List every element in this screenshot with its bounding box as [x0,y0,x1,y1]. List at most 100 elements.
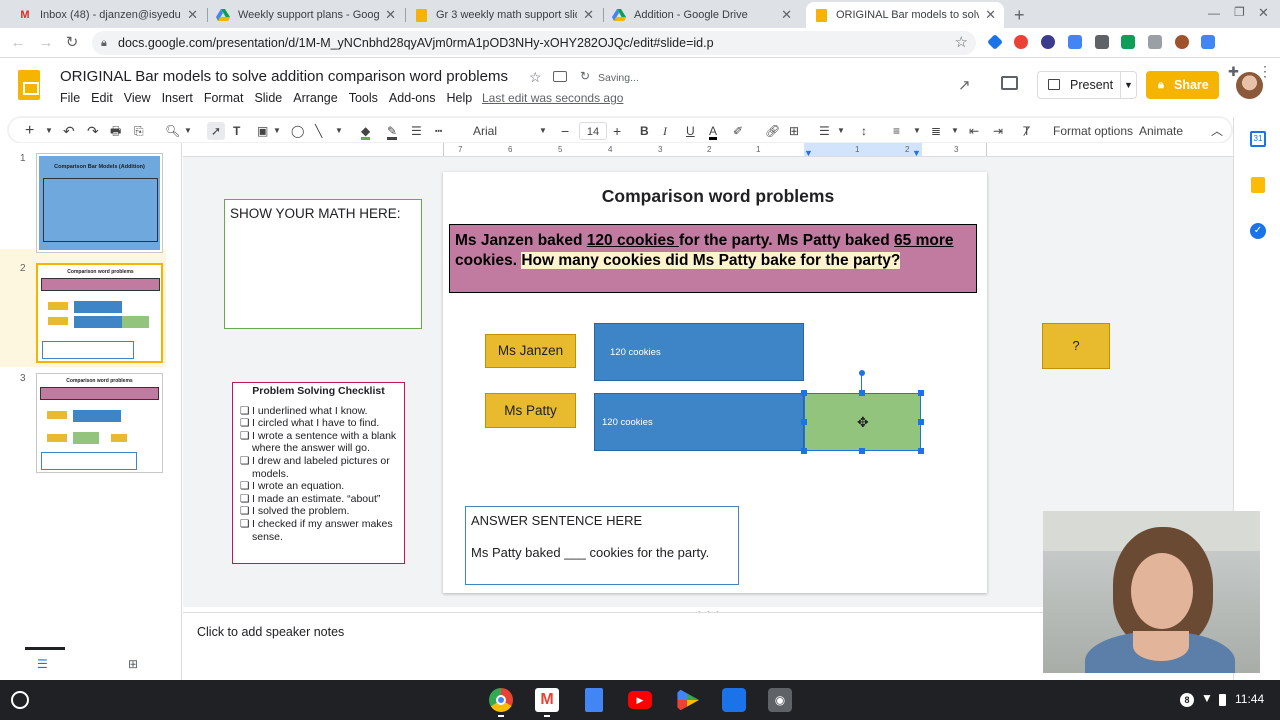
star-icon[interactable]: ☆ [529,69,542,86]
gmail-icon[interactable]: M [535,688,559,712]
last-edit-link[interactable]: Last edit was seconds ago [482,91,623,105]
menu-slide[interactable]: Slide [254,91,282,105]
extension-icon[interactable] [1014,35,1028,49]
chevron-down-icon[interactable]: ▼ [45,122,53,140]
add-comment-icon[interactable]: ⊞ [789,122,799,140]
slide-thumbnail-1[interactable]: Comparison Bar Models (Addition) [36,153,163,253]
menu-help[interactable]: Help [446,91,472,105]
format-options-button[interactable]: Format options [1053,122,1133,140]
increase-font-icon[interactable]: + [613,122,621,140]
maximize-icon[interactable]: ❐ [1234,5,1245,19]
chevron-down-icon[interactable]: ▼ [184,122,192,140]
menu-edit[interactable]: Edit [91,91,113,105]
menu-format[interactable]: Format [204,91,244,105]
menu-view[interactable]: View [124,91,151,105]
clock[interactable]: 11:44 [1235,692,1264,706]
forward-icon[interactable]: → [36,33,56,53]
extension-icon[interactable] [1201,35,1215,49]
slides-logo-icon[interactable] [18,70,40,100]
close-icon[interactable]: ✕ [985,7,996,23]
chevron-down-icon[interactable]: ▼ [273,122,281,140]
present-button[interactable]: Present ▼ [1037,71,1137,99]
label-ms-patty[interactable]: Ms Patty [485,393,576,428]
chevron-down-icon[interactable]: ▼ [913,122,921,140]
paint-format-icon[interactable]: ⎘ [134,122,144,140]
menu-arrange[interactable]: Arrange [293,91,337,105]
bold-icon[interactable]: B [640,122,649,140]
camera-icon[interactable]: ◉ [768,688,792,712]
close-icon[interactable]: ✕ [781,7,792,23]
border-weight-icon[interactable]: ☰ [411,122,422,140]
text-box-icon[interactable]: T [233,122,240,140]
bulleted-list-icon[interactable]: ≣ [931,122,941,140]
activity-trend-icon[interactable]: ↗ [958,76,971,94]
resize-handle[interactable] [918,448,924,454]
numbered-list-icon[interactable]: ≡ [893,122,900,140]
tab-weekly-support[interactable]: Weekly support plans - Google D ✕ [208,2,404,28]
extension-icon[interactable] [1068,35,1082,49]
highlight-icon[interactable]: ✐ [733,122,743,140]
notification-badge[interactable]: 8 [1180,693,1194,707]
keep-icon[interactable] [1251,177,1265,193]
menu-insert[interactable]: Insert [162,91,193,105]
decrease-font-icon[interactable]: − [561,122,569,140]
chevron-down-icon[interactable]: ▼ [1120,72,1136,98]
bar-ms-patty[interactable]: 120 cookies [594,393,804,451]
reload-icon[interactable]: ↻ [62,33,82,53]
tab-gmail[interactable]: M Inbox (48) - djanzen@isyedu.org ✕ [10,2,206,28]
line-icon[interactable]: ╲ [315,122,322,140]
menu-tools[interactable]: Tools [349,91,378,105]
line-spacing-icon[interactable]: ↕ [861,122,867,140]
document-title[interactable]: ORIGINAL Bar models to solve addition co… [60,68,508,85]
font-size-input[interactable]: 14 [579,122,607,140]
move-folder-icon[interactable] [553,71,567,82]
close-icon[interactable]: ✕ [583,7,594,23]
answer-sentence-box[interactable]: ANSWER SENTENCE HERE Ms Patty baked ___ … [465,506,739,585]
resize-handle[interactable] [801,390,807,396]
slide-title[interactable]: Comparison word problems [443,186,993,207]
url-bar[interactable]: 🔒︎ docs.google.com/presentation/d/1M-M_y… [92,31,976,55]
grid-view-icon[interactable]: ⊞ [128,657,138,671]
fill-color-icon[interactable]: ◆ [361,122,371,140]
math-work-box[interactable]: SHOW YOUR MATH HERE: [224,199,422,329]
youtube-icon[interactable]: ▶ [628,691,652,709]
border-color-icon[interactable]: ✎ [387,122,398,140]
new-tab-icon[interactable]: + [1014,5,1025,26]
avatar[interactable] [1236,72,1263,99]
tab-original-bar-models[interactable]: ORIGINAL Bar models to solve a ✕ [806,2,1004,28]
resize-handle[interactable] [801,419,807,425]
minimize-icon[interactable]: — [1208,6,1220,20]
extension-icon[interactable] [1041,35,1055,49]
collapse-toolbar-icon[interactable]: ︿ [1211,122,1223,140]
close-icon[interactable]: ✕ [385,7,396,23]
select-cursor-icon[interactable]: ➚ [207,122,225,140]
clear-formatting-icon[interactable]: Ⱦ [1023,122,1030,140]
calendar-icon[interactable]: 31 [1250,131,1266,147]
border-dash-icon[interactable]: ┅ [435,122,442,140]
extension-icon[interactable] [1121,35,1135,49]
increase-indent-icon[interactable]: ⇥ [993,122,1003,140]
chrome-icon[interactable] [489,688,513,712]
bar-65-more-selected[interactable]: ✥ [804,393,921,451]
rotate-handle[interactable] [859,370,865,376]
undo-icon[interactable]: ↶ [63,122,75,140]
image-icon[interactable]: ▣ [257,122,268,140]
extension-icon[interactable] [1148,35,1162,49]
resize-handle[interactable] [859,448,865,454]
resize-handle[interactable] [859,390,865,396]
back-icon[interactable]: ← [8,33,28,53]
filmstrip-view-icon[interactable]: ☰ [37,657,48,671]
tab-addition-drive[interactable]: Addition - Google Drive ✕ [604,2,800,28]
extension-icon[interactable] [1175,35,1189,49]
resize-handle[interactable] [801,448,807,454]
label-ms-janzen[interactable]: Ms Janzen [485,334,576,368]
resize-handle[interactable] [918,419,924,425]
current-slide[interactable]: Comparison word problems Ms Janzen baked… [443,172,987,593]
extension-icon[interactable] [987,34,1003,50]
question-mark-box[interactable]: ? [1042,323,1110,369]
problem-solving-checklist[interactable]: Problem Solving Checklist ❏ I underlined … [232,382,405,564]
italic-icon[interactable]: I [663,122,667,140]
new-slide-icon[interactable]: + [25,122,34,140]
play-store-icon[interactable] [677,688,699,712]
bar-ms-janzen[interactable]: 120 cookies [594,323,804,381]
